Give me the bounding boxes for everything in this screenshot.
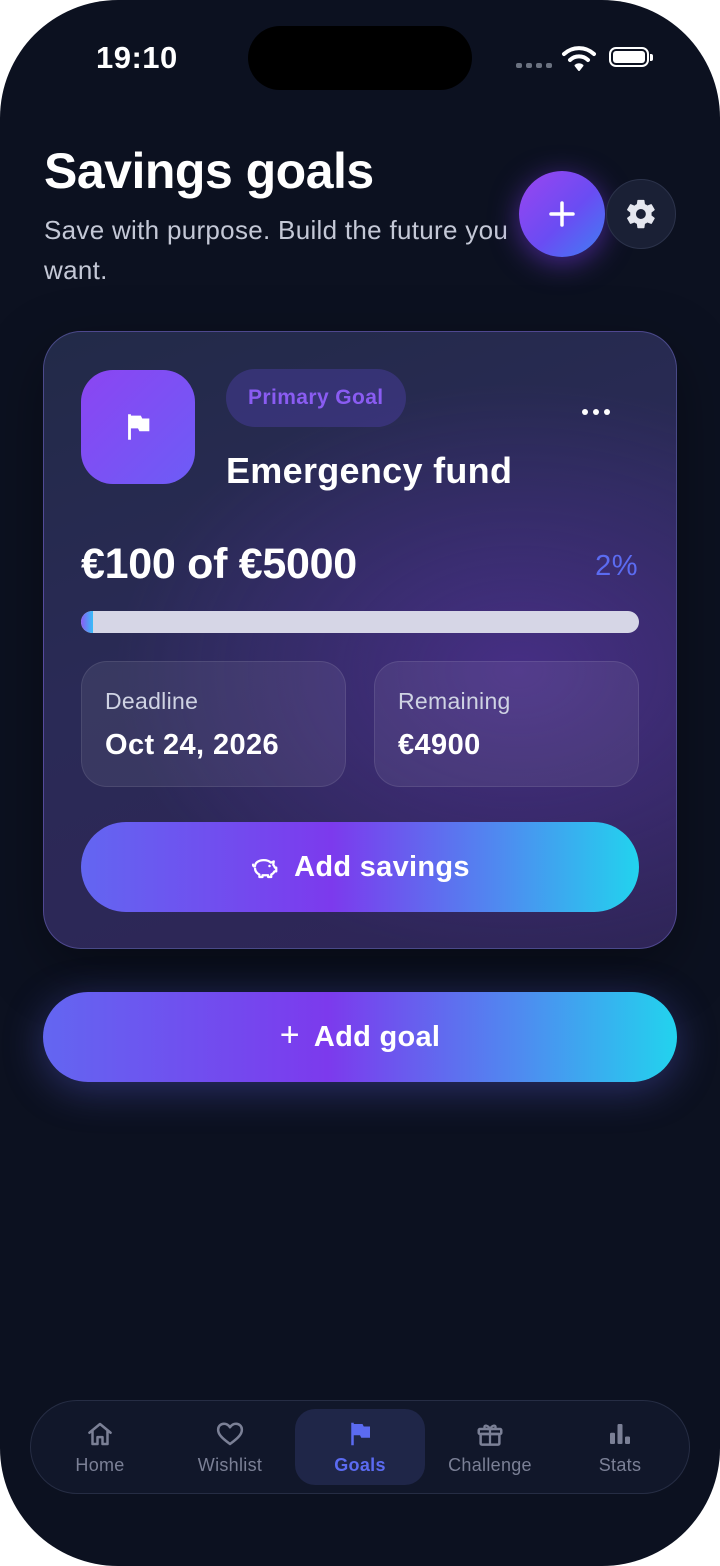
- goal-icon-tile: [81, 370, 195, 484]
- gift-icon: [477, 1424, 503, 1446]
- goal-amount: €100 of €5000: [81, 540, 357, 588]
- tab-stats[interactable]: Stats: [555, 1409, 685, 1485]
- tab-home[interactable]: Home: [35, 1409, 165, 1485]
- more-options-button[interactable]: [566, 390, 626, 434]
- remaining-stat: Remaining €4900: [374, 661, 639, 787]
- battery-icon: [609, 47, 653, 67]
- goal-percent: 2%: [595, 550, 638, 582]
- bar-chart-icon: [610, 1424, 630, 1444]
- bottom-tab-bar: Home Wishlist Goals Challenge Stats: [30, 1400, 690, 1494]
- plus-icon: +: [279, 1015, 300, 1054]
- tab-label: Goals: [334, 1455, 386, 1475]
- deadline-stat: Deadline Oct 24, 2026: [81, 661, 346, 787]
- dynamic-island: [248, 26, 472, 90]
- tab-label: Stats: [598, 1455, 642, 1475]
- deadline-value: Oct 24, 2026: [105, 729, 280, 761]
- goal-progress-fill: [81, 611, 93, 633]
- deadline-label: Deadline: [105, 688, 199, 714]
- heart-icon: [216, 1422, 244, 1446]
- flag-icon: [351, 1422, 370, 1446]
- flag-icon: [128, 414, 150, 440]
- app-screen: 19:10 Savings goals Save with purpose. B…: [0, 0, 720, 1566]
- gear-icon: [627, 199, 655, 229]
- piggy-bank-icon: [252, 859, 278, 879]
- more-dot: [582, 409, 588, 415]
- home-icon: [88, 1422, 112, 1446]
- tab-label: Wishlist: [197, 1455, 263, 1475]
- add-goal-button[interactable]: + Add goal: [43, 992, 677, 1082]
- wifi-icon: [562, 46, 596, 71]
- tab-challenge[interactable]: Challenge: [425, 1409, 555, 1485]
- add-savings-label: Add savings: [294, 850, 470, 883]
- status-time: 19:10: [96, 40, 178, 75]
- tab-label: Home: [75, 1455, 125, 1475]
- goal-progress-bar: [81, 611, 639, 633]
- page-title: Savings goals: [44, 143, 374, 199]
- remaining-label: Remaining: [398, 688, 511, 714]
- settings-button[interactable]: [606, 179, 676, 249]
- goal-card: Primary Goal Emergency fund €100 of €500…: [43, 331, 677, 949]
- primary-goal-badge: Primary Goal: [226, 369, 406, 427]
- remaining-value: €4900: [398, 729, 481, 761]
- tab-wishlist[interactable]: Wishlist: [165, 1409, 295, 1485]
- page-subtitle: Save with purpose. Build the future you …: [44, 215, 509, 285]
- more-dot: [604, 409, 610, 415]
- plus-icon: [549, 201, 575, 227]
- add-goal-label: Add goal: [313, 1020, 441, 1053]
- add-goal-fab-button[interactable]: [519, 171, 605, 257]
- cellular-signal-icon: [516, 63, 552, 68]
- add-savings-button[interactable]: Add savings: [81, 822, 639, 912]
- tab-goals[interactable]: Goals: [295, 1409, 425, 1485]
- more-dot: [593, 409, 599, 415]
- goal-name: Emergency fund: [226, 450, 513, 491]
- tab-label: Challenge: [448, 1455, 532, 1475]
